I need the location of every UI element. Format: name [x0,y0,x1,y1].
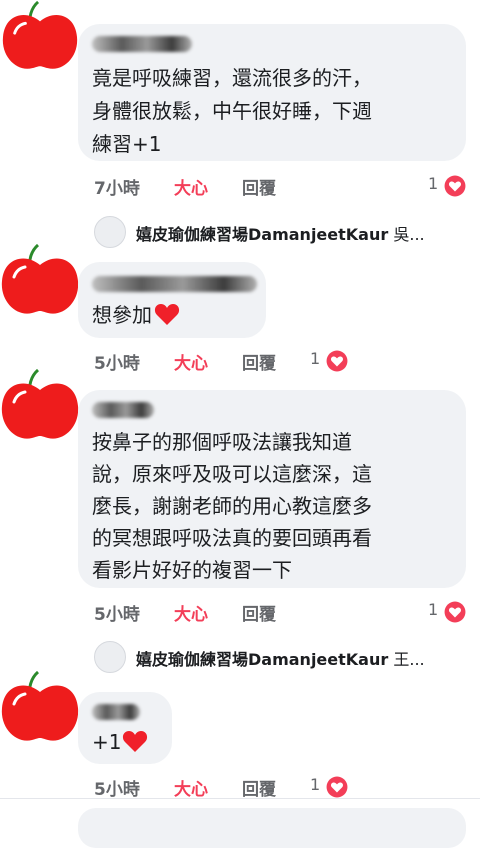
comment-text-line: +1 [92,726,148,759]
apple-avatar-icon[interactable] [0,0,80,74]
reaction-summary[interactable]: 1 [428,174,468,198]
comment-text-line: 想參加 [92,299,180,332]
heart-reaction-icon [326,776,348,798]
comment-bubble: 竟是呼吸練習，還流很多的汗， 身體很放鬆，中午很好睡，下週 練習+1 [78,24,466,161]
comment-text-line: 練習+1 [92,132,162,156]
apple-avatar-icon[interactable] [0,240,80,322]
timestamp[interactable]: 7小時 [94,174,140,199]
comment-text-line: 按鼻子的那個呼吸法讓我知道 [92,430,352,454]
blurred-author-name[interactable] [92,276,257,292]
heart-reaction-icon [444,175,466,197]
reply-author: 嬉皮瑜伽練習場DamanjeetKaur [136,650,389,669]
comment-text-line: 的冥想跟呼吸法真的要回頭再看 [92,526,372,550]
love-button[interactable]: 大心 [174,349,208,374]
reaction-summary[interactable]: 1 [310,349,350,373]
apple-avatar-icon[interactable] [0,366,80,446]
comment-bubble: 想參加 [78,262,266,338]
blurred-author-name[interactable] [92,402,154,418]
heart-reaction-icon [444,601,466,623]
reaction-count: 1 [310,775,321,794]
reply-preview[interactable]: 嬉皮瑜伽練習場DamanjeetKaur 王... [94,641,466,675]
heart-reaction-icon [326,350,348,372]
page-avatar [94,216,126,248]
comment-bubble: +1 [78,692,172,764]
red-heart-emoji-icon [154,302,180,326]
reply-button[interactable]: 回覆 [242,600,276,625]
apple-avatar-icon[interactable] [0,668,80,748]
blurred-author-name[interactable] [92,36,192,52]
page-avatar [94,641,126,673]
timestamp[interactable]: 5小時 [94,600,140,625]
love-button[interactable]: 大心 [174,174,208,199]
reply-button[interactable]: 回覆 [242,775,276,800]
comment-text-line: 竟是呼吸練習，還流很多的汗， [92,66,372,90]
reply-button[interactable]: 回覆 [242,349,276,374]
reply-preview-text: 吳... [388,225,425,244]
comment-text-line: 麼長，謝謝老師的用心教這麼多 [92,494,372,518]
comment-text-line: 說，原來呼及吸可以這麼深，這 [92,462,372,486]
reply-button[interactable]: 回覆 [242,174,276,199]
blurred-author-name[interactable] [92,704,140,720]
red-heart-emoji-icon [122,729,148,753]
partial-comment-bubble [78,808,466,848]
timestamp[interactable]: 5小時 [94,349,140,374]
divider [0,798,480,799]
reaction-summary[interactable]: 1 [428,600,468,624]
comment-text-line: 身體很放鬆，中午很好睡，下週 [92,99,372,123]
comment-text-line: 看影片好好的複習一下 [92,558,292,582]
reply-preview[interactable]: 嬉皮瑜伽練習場DamanjeetKaur 吳... [94,216,466,250]
reaction-count: 1 [428,174,439,193]
timestamp[interactable]: 5小時 [94,775,140,800]
love-button[interactable]: 大心 [174,600,208,625]
reaction-count: 1 [428,600,439,619]
comment-actions: 7小時 大心 回覆 [94,174,354,200]
reaction-summary[interactable]: 1 [310,775,350,799]
comment-bubble: 按鼻子的那個呼吸法讓我知道 說，原來呼及吸可以這麼深，這 麼長，謝謝老師的用心教… [78,390,466,588]
love-button[interactable]: 大心 [174,775,208,800]
reaction-count: 1 [310,349,321,368]
reply-preview-text: 王... [388,650,425,669]
comment-actions: 5小時 大心 回覆 [94,600,354,626]
reply-author: 嬉皮瑜伽練習場DamanjeetKaur [136,225,389,244]
